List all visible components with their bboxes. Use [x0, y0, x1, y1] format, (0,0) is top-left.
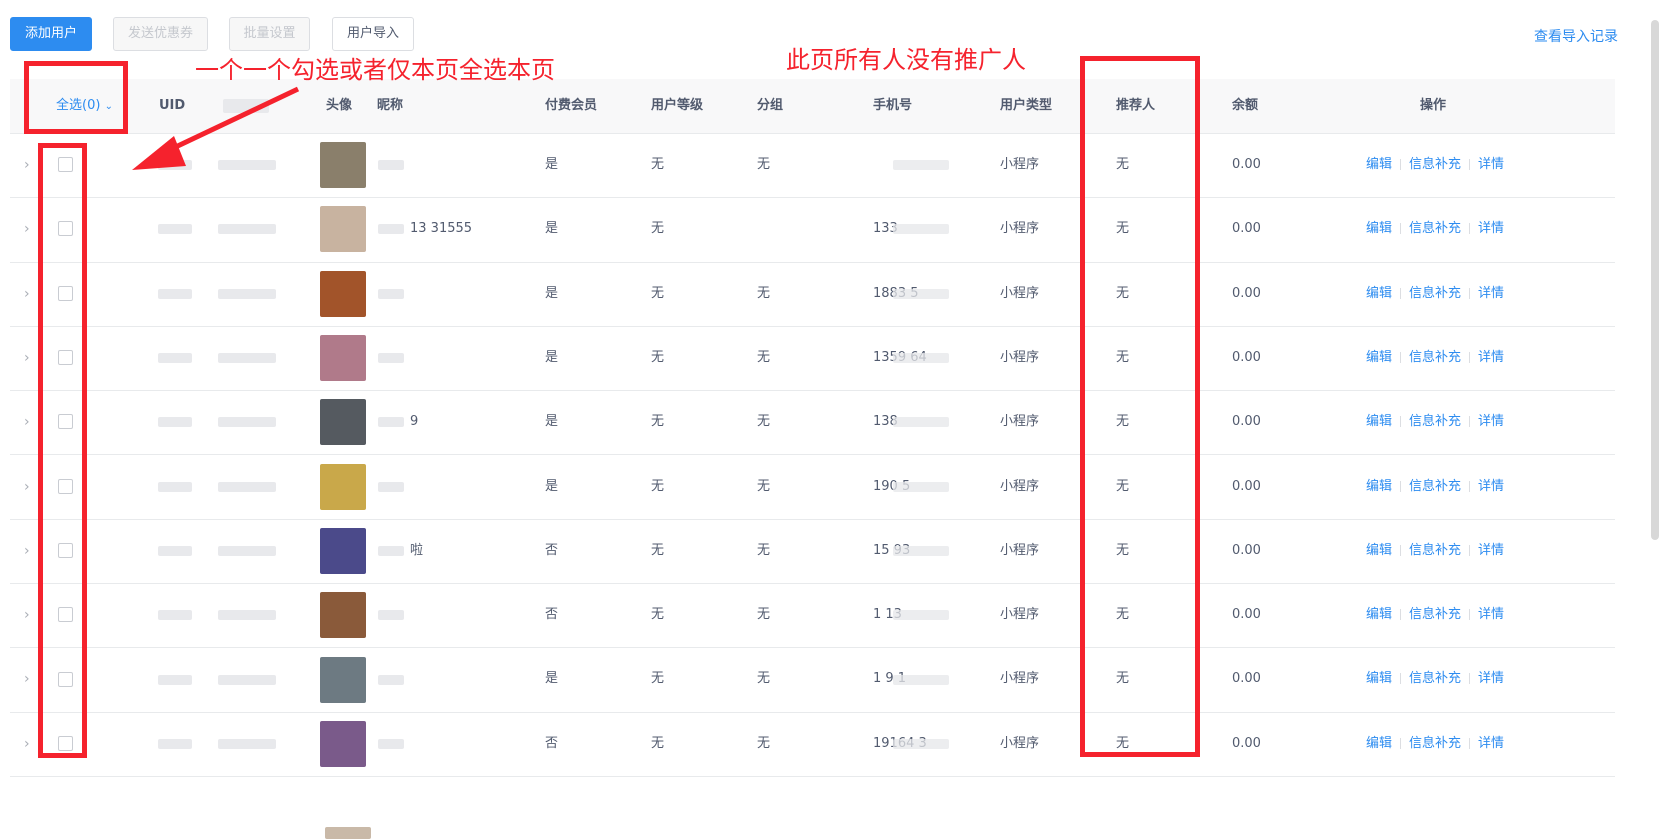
red-arrow-icon [132, 86, 300, 170]
vertical-scrollbar[interactable] [1651, 20, 1659, 540]
